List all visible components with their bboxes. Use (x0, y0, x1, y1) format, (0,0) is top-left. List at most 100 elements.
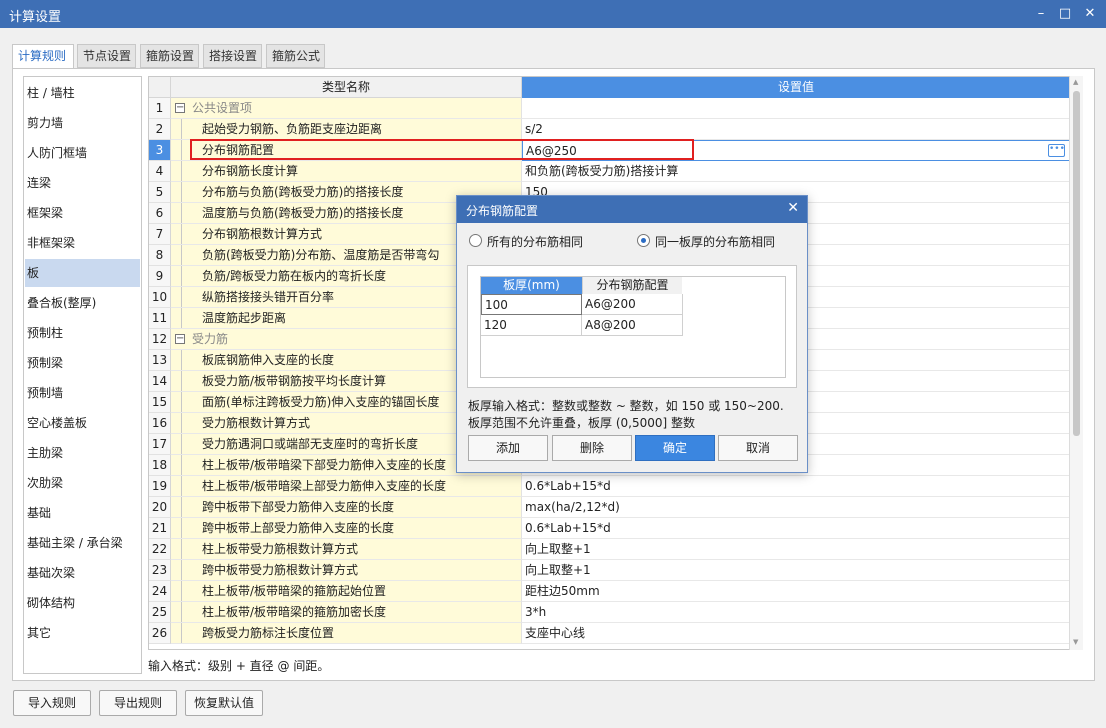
scroll-up-icon[interactable]: ▲ (1073, 78, 1078, 86)
table-row[interactable]: 23 跨中板带受力筋根数计算方式 向上取整+1 (149, 560, 1070, 581)
sidebar-item[interactable]: 基础次梁 (25, 559, 140, 587)
config-cell[interactable]: A8@200 (582, 315, 683, 336)
setting-value-text: 0.6*Lab+15*d (525, 479, 611, 493)
setting-value-cell[interactable]: 支座中心线 (522, 623, 1070, 644)
sidebar-item[interactable]: 叠合板(整厚) (25, 289, 140, 317)
setting-name-text: 跨中板带受力筋根数计算方式 (202, 563, 359, 577)
sidebar-item[interactable]: 预制墙 (25, 379, 140, 407)
table-row[interactable]: 1− 公共设置项 (149, 98, 1070, 119)
sidebar-item[interactable]: 空心楼盖板 (25, 409, 140, 437)
sidebar-item[interactable]: 主肋梁 (25, 439, 140, 467)
sidebar-item[interactable]: 非框架梁 (25, 229, 140, 257)
tree-line (181, 392, 182, 412)
tab-node-settings[interactable]: 节点设置 (77, 44, 136, 68)
table-row[interactable]: 21 跨中板带上部受力筋伸入支座的长度 0.6*Lab+15*d (149, 518, 1070, 539)
sidebar-item[interactable]: 框架梁 (25, 199, 140, 227)
setting-value-cell[interactable]: s/2 (522, 119, 1070, 140)
sidebar-item[interactable]: 人防门框墙 (25, 139, 140, 167)
restore-default-button[interactable]: 恢复默认值 (185, 690, 263, 716)
row-number: 8 (149, 245, 171, 266)
config-cell[interactable]: A6@200 (582, 294, 683, 315)
sidebar-item[interactable]: 基础 (25, 499, 140, 527)
setting-value-text: 向上取整+1 (525, 542, 591, 556)
category-list: 柱 / 墙柱 剪力墙 人防门框墙 连梁 框架梁 非框架梁 板 叠合板(整厚) 预… (23, 76, 142, 674)
sidebar-item[interactable]: 预制柱 (25, 319, 140, 347)
dialog-title-bar: 分布钢筋配置 ✕ (457, 196, 807, 223)
close-icon[interactable]: ✕ (1077, 0, 1103, 28)
tab-stirrup-formula[interactable]: 箍筋公式 (266, 44, 325, 68)
radio-off-icon[interactable] (469, 234, 482, 247)
row-number: 12 (149, 329, 171, 350)
radio-on-icon[interactable] (637, 234, 650, 247)
tree-line (181, 224, 182, 244)
more-options-icon[interactable]: ••• (1048, 144, 1065, 157)
table-row[interactable]: 25 柱上板带/板带暗梁的箍筋加密长度 3*h (149, 602, 1070, 623)
setting-name-text: 温度筋起步距离 (202, 311, 287, 325)
tree-line (181, 203, 182, 223)
setting-value-cell[interactable]: 0.6*Lab+15*d (522, 476, 1070, 497)
collapse-icon[interactable]: − (175, 103, 185, 113)
row-number: 24 (149, 581, 171, 602)
table-row[interactable]: 20 跨中板带下部受力筋伸入支座的长度 max(ha/2,12*d) (149, 497, 1070, 518)
dialog-close-icon[interactable]: ✕ (787, 200, 799, 216)
setting-value-cell[interactable]: 3*h (522, 602, 1070, 623)
setting-value-text: s/2 (525, 122, 543, 136)
thickness-cell[interactable]: 120 (481, 315, 582, 336)
setting-value-cell[interactable]: 向上取整+1 (522, 539, 1070, 560)
tree-line (181, 371, 182, 391)
sidebar-item[interactable]: 基础主梁 / 承台梁 (25, 529, 140, 557)
row-number: 4 (149, 161, 171, 182)
tree-line (181, 539, 182, 559)
setting-value-cell[interactable]: 和负筋(跨板受力筋)搭接计算 (522, 161, 1070, 182)
sidebar-item[interactable]: 剪力墙 (25, 109, 140, 137)
distribution-rebar-dialog: 分布钢筋配置 ✕ 所有的分布筋相同 同一板厚的分布筋相同 板厚(mm) 分布钢筋… (456, 195, 808, 473)
cancel-button[interactable]: 取消 (718, 435, 798, 461)
minimize-icon[interactable]: – (1028, 0, 1054, 28)
tree-line (181, 623, 182, 643)
row-number: 14 (149, 371, 171, 392)
setting-value-cell[interactable]: 距柱边50mm (522, 581, 1070, 602)
collapse-icon[interactable]: − (175, 334, 185, 344)
setting-name-cell: 柱上板带/板带暗梁的箍筋加密长度 (171, 602, 522, 623)
setting-name-text: 受力筋 (192, 332, 229, 346)
setting-value-cell[interactable] (522, 98, 1070, 119)
maximize-icon[interactable]: □ (1052, 0, 1078, 28)
export-rules-button[interactable]: 导出规则 (99, 690, 177, 716)
name-column-header: 类型名称 (171, 77, 522, 98)
sidebar-item[interactable]: 连梁 (25, 169, 140, 197)
tree-line (181, 518, 182, 538)
thickness-cell[interactable]: 100 (481, 294, 582, 315)
tree-line (181, 119, 182, 139)
setting-name-cell: 跨中板带受力筋根数计算方式 (171, 560, 522, 581)
sidebar-item[interactable]: 砌体结构 (25, 589, 140, 617)
table-row[interactable]: 4 分布钢筋长度计算 和负筋(跨板受力筋)搭接计算 (149, 161, 1070, 182)
row-number: 18 (149, 455, 171, 476)
grid-scrollbar[interactable]: ▲ ▼ (1069, 76, 1083, 650)
sidebar-item[interactable]: 柱 / 墙柱 (25, 79, 140, 107)
setting-name-text: 柱上板带受力筋根数计算方式 (202, 542, 359, 556)
table-row[interactable]: 24 柱上板带/板带暗梁的箍筋起始位置 距柱边50mm (149, 581, 1070, 602)
scroll-down-icon[interactable]: ▼ (1073, 638, 1078, 646)
tab-calc-rules[interactable]: 计算规则 (12, 44, 74, 69)
table-row[interactable]: 26 跨板受力筋标注长度位置 支座中心线 (149, 623, 1070, 644)
sidebar-item-selected[interactable]: 板 (25, 259, 140, 287)
scroll-thumb[interactable] (1073, 91, 1080, 436)
sidebar-item[interactable]: 预制梁 (25, 349, 140, 377)
setting-value-cell[interactable]: 向上取整+1 (522, 560, 1070, 581)
import-rules-button[interactable]: 导入规则 (13, 690, 91, 716)
table-row[interactable]: 19 柱上板带/板带暗梁上部受力筋伸入支座的长度 0.6*Lab+15*d (149, 476, 1070, 497)
delete-button[interactable]: 删除 (552, 435, 632, 461)
row-number: 26 (149, 623, 171, 644)
tree-line (181, 476, 182, 496)
tab-lap-settings[interactable]: 搭接设置 (203, 44, 262, 68)
setting-name-cell: 柱上板带/板带暗梁上部受力筋伸入支座的长度 (171, 476, 522, 497)
sidebar-item[interactable]: 其它 (25, 619, 140, 647)
sidebar-item[interactable]: 次肋梁 (25, 469, 140, 497)
add-button[interactable]: 添加 (468, 435, 548, 461)
table-row[interactable]: 2 起始受力钢筋、负筋距支座边距离 s/2 (149, 119, 1070, 140)
setting-value-cell[interactable]: max(ha/2,12*d) (522, 497, 1070, 518)
table-row[interactable]: 22 柱上板带受力筋根数计算方式 向上取整+1 (149, 539, 1070, 560)
tab-stirrup-settings[interactable]: 箍筋设置 (140, 44, 199, 68)
confirm-button[interactable]: 确定 (635, 435, 715, 461)
setting-value-cell[interactable]: 0.6*Lab+15*d (522, 518, 1070, 539)
